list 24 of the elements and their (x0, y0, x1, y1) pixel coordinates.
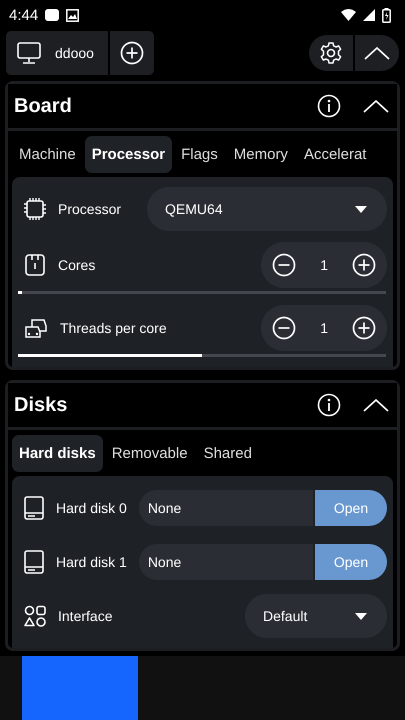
setting-label: Interface (58, 608, 112, 624)
tab[interactable]: Memory (226, 136, 295, 172)
tab[interactable]: Machine (12, 136, 83, 172)
machine-button[interactable]: ddooo (6, 31, 108, 75)
stepper-value: 1 (320, 320, 328, 336)
setting-label: Processor (58, 201, 122, 217)
dropdown[interactable]: QEMU64 (147, 187, 387, 231)
tab[interactable]: Shared (196, 434, 259, 472)
tab[interactable]: Removable (104, 434, 195, 472)
section-title: Board (14, 94, 72, 118)
section-title: Disks (14, 394, 68, 416)
setting-label: Cores (58, 257, 96, 273)
dropdown[interactable]: Default (245, 594, 387, 638)
tab[interactable]: Hard disks (12, 434, 103, 472)
tab[interactable]: Accelerat (296, 136, 374, 172)
tab[interactable]: Processor (84, 136, 172, 172)
file-field[interactable]: None (138, 544, 313, 580)
setting-label: Hard disk 0 (56, 500, 127, 516)
stepper-value: 1 (320, 257, 328, 273)
status-time: 4:44 (9, 6, 38, 24)
setting-label: Hard disk 1 (56, 554, 127, 570)
tab[interactable]: Flags (174, 136, 225, 172)
setting-label: Threads per core (60, 320, 167, 336)
file-field[interactable]: None (138, 490, 313, 526)
